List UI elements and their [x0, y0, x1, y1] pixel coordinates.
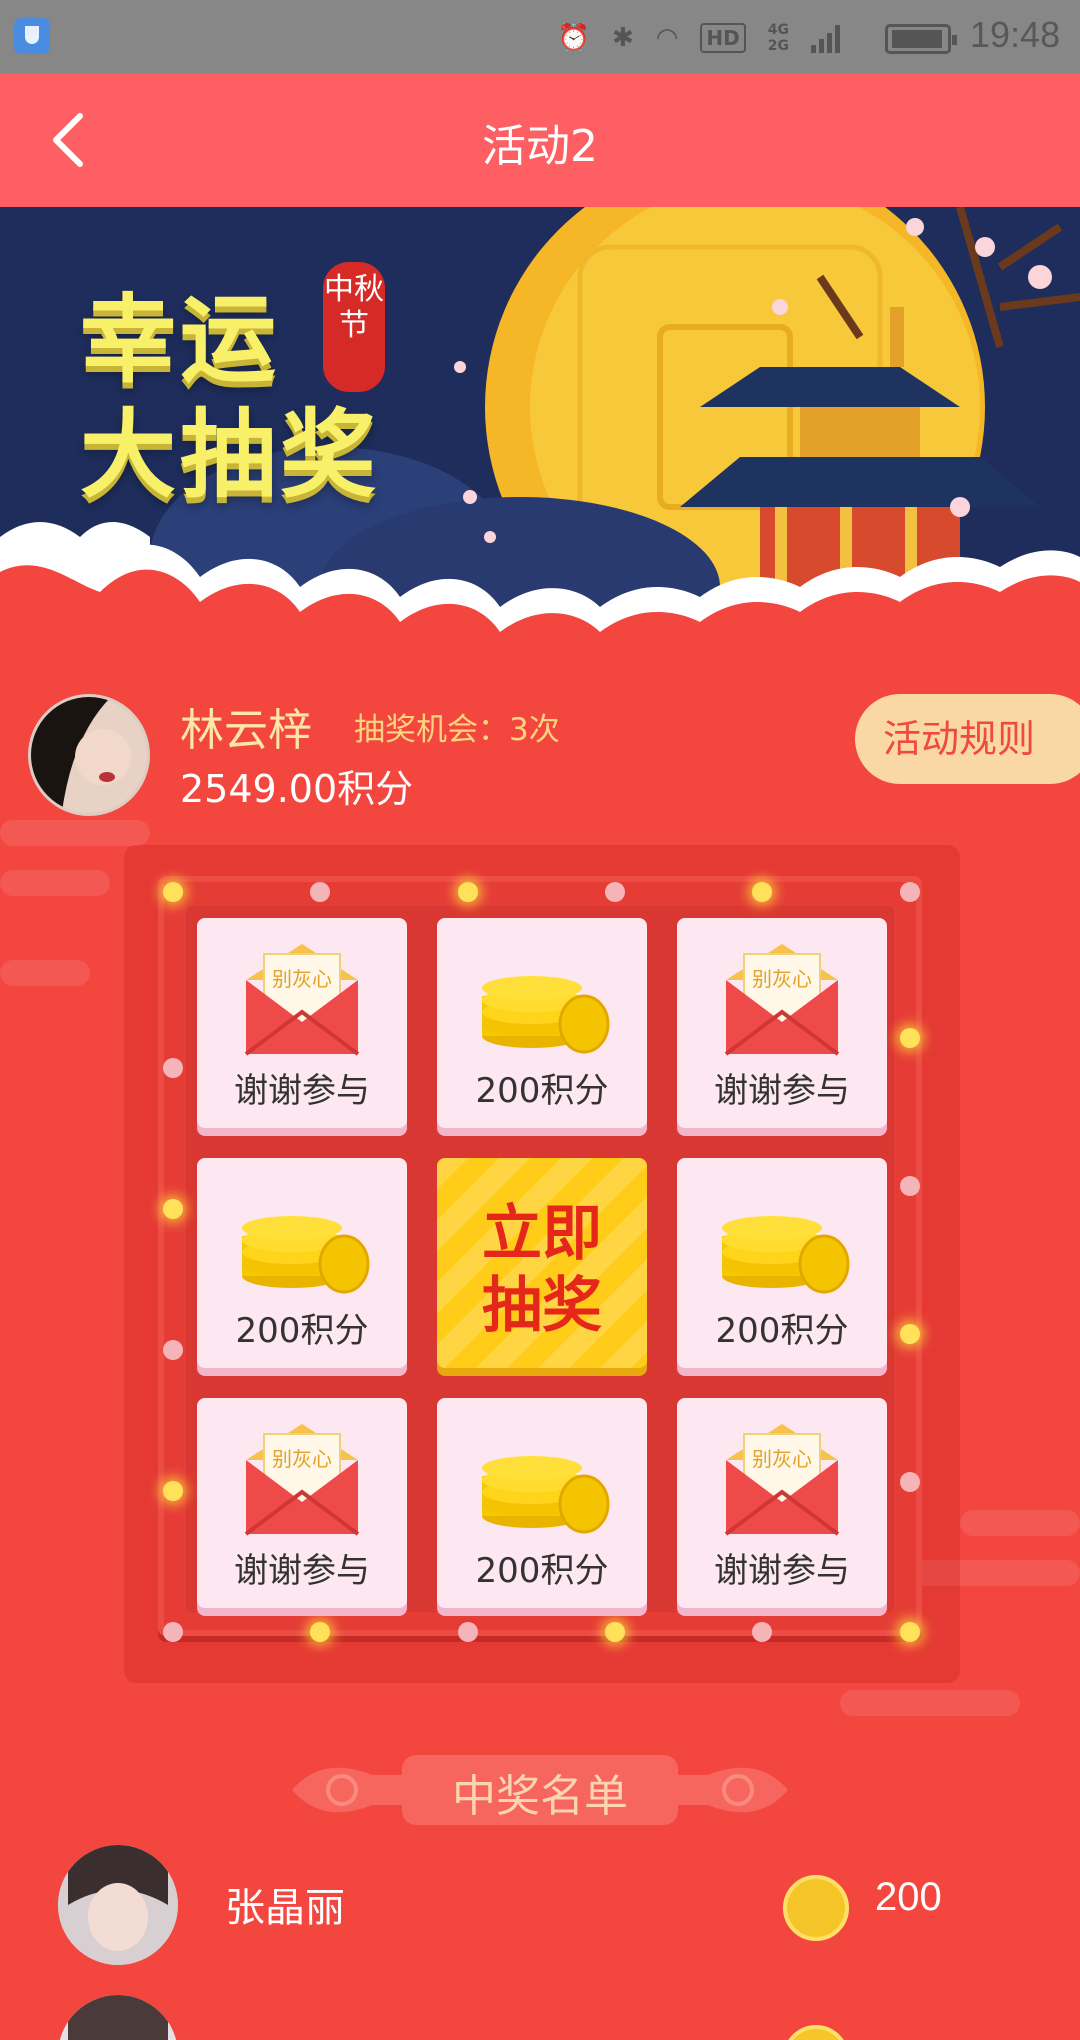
board-light [900, 1028, 920, 1048]
prize-cell-points[interactable]: 200积分 [437, 918, 647, 1128]
signal-icon [811, 23, 840, 53]
status-icons: ⏰ ✱ ◠ HD 4G 2G [558, 18, 840, 58]
prize-label: 200积分 [475, 1071, 609, 1111]
cloud-decoration [0, 820, 150, 846]
prize-cell-thanks[interactable]: 别灰心 谢谢参与 [677, 918, 887, 1128]
board-light [605, 1622, 625, 1642]
board-light [310, 882, 330, 902]
mid-autumn-seal: 中秋节 [323, 262, 385, 392]
cloud-decoration [960, 1510, 1080, 1536]
prize-label: 200积分 [715, 1311, 849, 1351]
alarm-icon: ⏰ [557, 23, 590, 53]
board-light [458, 1622, 478, 1642]
app-header: 活动2 [0, 74, 1080, 207]
prize-cell-thanks[interactable]: 别灰心 谢谢参与 [197, 1398, 407, 1608]
draw-now-label: 立即 抽奖 [437, 1198, 647, 1342]
prize-label: 谢谢参与 [234, 1071, 370, 1111]
hd-badge: HD [700, 23, 746, 53]
shield-icon [14, 18, 50, 54]
envelope-icon: 别灰心 [244, 1424, 360, 1536]
board-light [163, 1058, 183, 1078]
envelope-card-text: 别灰心 [272, 1447, 332, 1471]
winner-avatar [58, 1845, 178, 1965]
prize-label: 谢谢参与 [714, 1071, 850, 1111]
activity-rules-button[interactable]: 活动规则 [855, 694, 1080, 784]
prize-cell-points[interactable]: 200积分 [677, 1158, 887, 1368]
prize-cell-points[interactable]: 200积分 [197, 1158, 407, 1368]
envelope-icon: 别灰心 [724, 1424, 840, 1536]
cloud-decoration [0, 960, 90, 986]
draw-now-line2: 抽奖 [482, 1271, 602, 1341]
coins-icon [482, 976, 610, 1054]
winner-name: 张晶丽 [225, 1885, 345, 1931]
user-points: 2549.00积分 [180, 767, 414, 811]
page-title: 活动2 [482, 121, 598, 172]
coins-icon [242, 1216, 370, 1294]
coins-icon [482, 1456, 610, 1534]
winner-avatar [58, 1995, 178, 2040]
winner-amount: 200 [875, 1875, 942, 1919]
draw-now-button[interactable]: 立即 抽奖 [437, 1158, 647, 1368]
prize-cell-points[interactable]: 200积分 [437, 1398, 647, 1608]
prize-label: 200积分 [235, 1311, 369, 1351]
status-bar: ⏰ ✱ ◠ HD 4G 2G 19:48 [0, 0, 1080, 74]
board-light [752, 1622, 772, 1642]
board-light [163, 1622, 183, 1642]
bluetooth-icon: ✱ [611, 23, 634, 53]
draw-now-line1: 立即 [482, 1199, 602, 1269]
cloud-decoration [0, 870, 110, 896]
board-light [163, 1340, 183, 1360]
prize-cell-thanks[interactable]: 别灰心 谢谢参与 [197, 918, 407, 1128]
prize-cell-thanks[interactable]: 别灰心 谢谢参与 [677, 1398, 887, 1608]
prize-label: 谢谢参与 [234, 1551, 370, 1591]
user-name: 林云梓 [180, 705, 312, 756]
board-light [163, 1481, 183, 1501]
envelope-card-text: 别灰心 [752, 967, 812, 991]
board-light [310, 1622, 330, 1642]
board-light [900, 1324, 920, 1344]
envelope-icon: 别灰心 [724, 944, 840, 1056]
board-light [900, 1622, 920, 1642]
promo-banner: 幸运 大抽奖 中秋节 [0, 207, 1080, 687]
board-light [900, 1472, 920, 1492]
cloud-decoration [840, 1690, 1020, 1716]
network-label: 4G 2G [768, 22, 789, 54]
envelope-card-text: 别灰心 [272, 967, 332, 991]
board-light [900, 882, 920, 902]
prize-label: 200积分 [475, 1551, 609, 1591]
board-light [752, 882, 772, 902]
board-light [900, 1176, 920, 1196]
coin-icon [783, 2025, 849, 2040]
winners-title: 中奖名单 [452, 1771, 628, 1822]
board-light [163, 1199, 183, 1219]
network-2g: 2G [767, 38, 789, 54]
user-avatar [28, 694, 150, 816]
winner-row [0, 1995, 1080, 2040]
prize-label: 谢谢参与 [714, 1551, 850, 1591]
banner-title-line2: 大抽奖 [80, 399, 380, 511]
battery-icon [885, 24, 957, 54]
envelope-icon: 别灰心 [244, 944, 360, 1056]
wifi-icon: ◠ [655, 23, 679, 53]
draw-chances: 抽奖机会：3次 [354, 712, 560, 748]
envelope-card-text: 别灰心 [752, 1447, 812, 1471]
coins-icon [722, 1216, 850, 1294]
board-light [605, 882, 625, 902]
coin-icon [783, 1875, 849, 1941]
board-light [163, 882, 183, 902]
network-4g: 4G [767, 22, 789, 38]
board-light [458, 882, 478, 902]
status-time: 19:48 [970, 14, 1061, 55]
winner-row: 张晶丽 200 [0, 1845, 1080, 1975]
